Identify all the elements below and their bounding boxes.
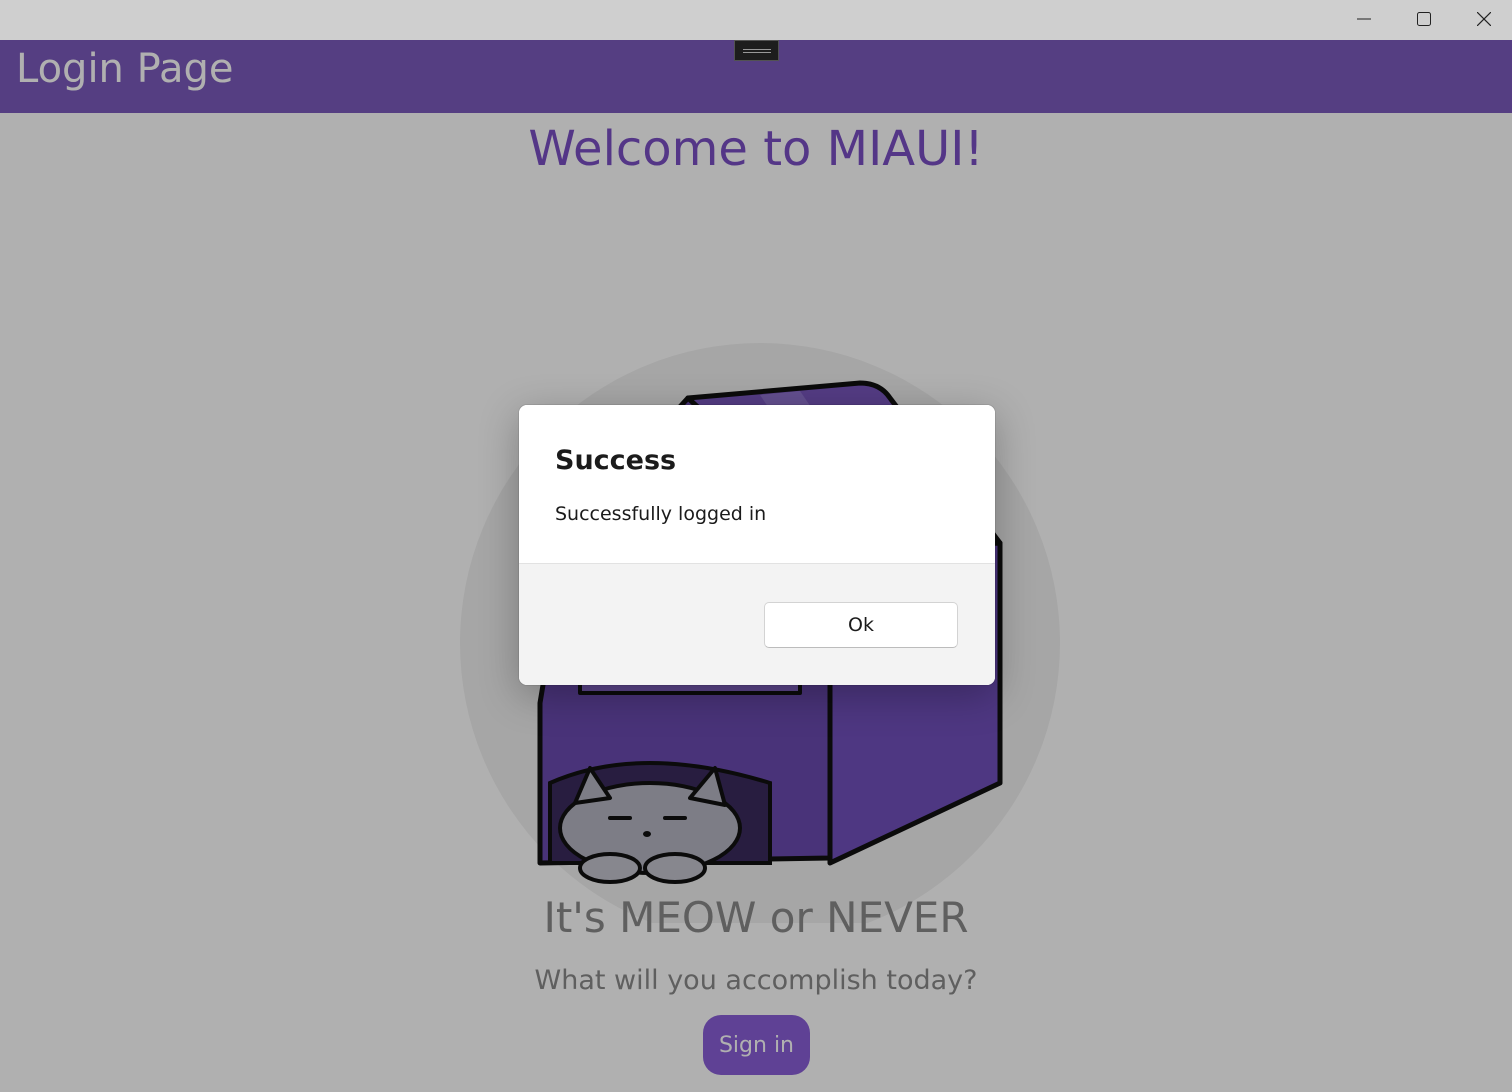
close-icon[interactable]	[1454, 0, 1512, 38]
dialog-body: Success Successfully logged in	[519, 405, 995, 563]
dialog-title: Success	[555, 445, 677, 476]
ok-button[interactable]: Ok	[764, 602, 958, 648]
window-titlebar	[0, 0, 1512, 40]
dialog-footer: Ok	[519, 563, 995, 685]
minimize-icon[interactable]	[1334, 0, 1394, 38]
dialog-message: Successfully logged in	[555, 503, 767, 525]
success-dialog: Success Successfully logged in Ok	[519, 405, 995, 685]
maximize-icon[interactable]	[1394, 0, 1454, 38]
